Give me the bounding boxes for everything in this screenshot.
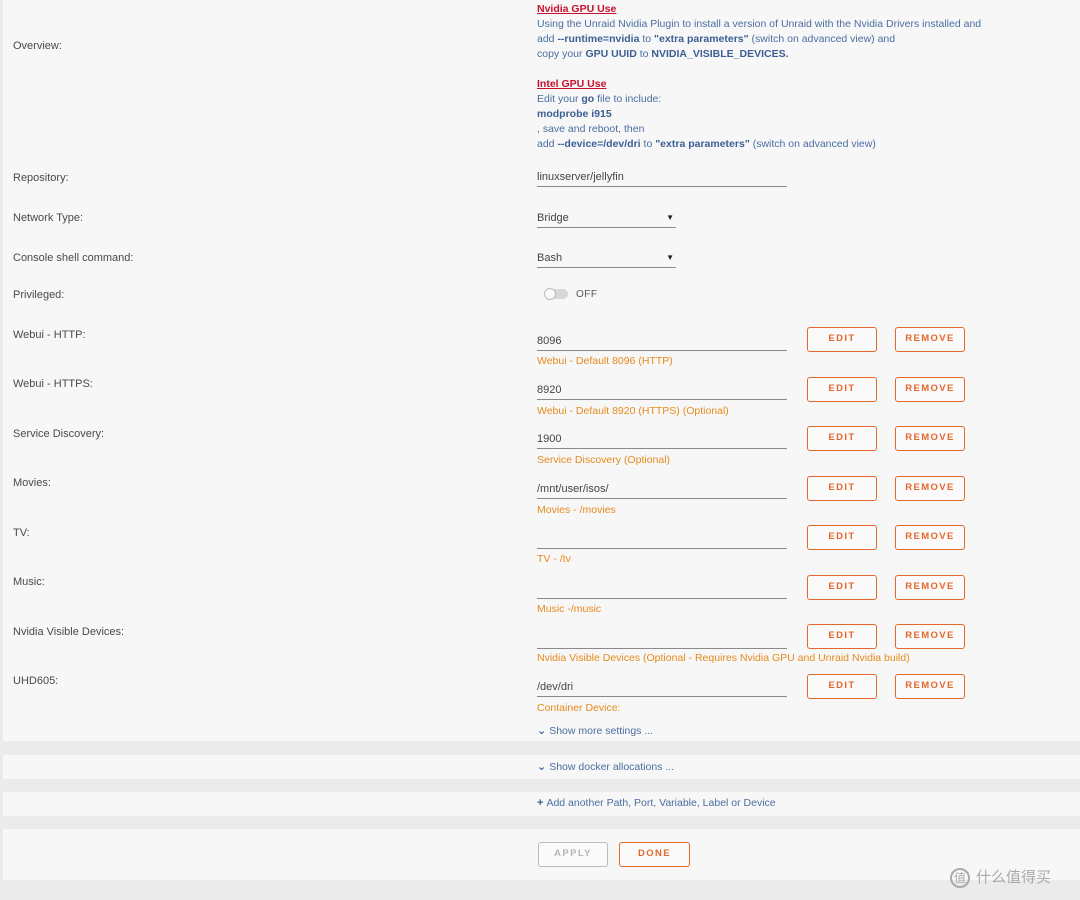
remove-button[interactable]: REMOVE: [895, 624, 965, 649]
config-label: Music:: [13, 576, 45, 588]
network-type-select[interactable]: Bridge ▼: [537, 208, 676, 228]
config-label: Nvidia Visible Devices:: [13, 626, 125, 638]
config-hint: Nvidia Visible Devices (Optional - Requi…: [537, 652, 910, 664]
toggle-knob: [544, 288, 556, 300]
remove-button[interactable]: REMOVE: [895, 575, 965, 600]
config-value-input[interactable]: /dev/dri: [537, 677, 787, 697]
config-label: Webui - HTTP:: [13, 329, 86, 341]
intel-line-2: modprobe i915: [537, 108, 612, 120]
nvidia-gpu-heading: Nvidia GPU Use: [537, 3, 617, 15]
repository-input[interactable]: linuxserver/jellyfin: [537, 167, 787, 187]
watermark-logo-icon: 值: [950, 868, 970, 889]
intel-gpu-heading: Intel GPU Use: [537, 78, 607, 90]
apply-button[interactable]: APPLY: [538, 842, 608, 867]
config-label: Movies:: [13, 477, 51, 489]
show-docker-allocations-label: Show docker allocations ...: [549, 761, 675, 773]
plus-icon: +: [537, 797, 544, 809]
privileged-toggle[interactable]: [544, 288, 568, 300]
nvidia-line-3: copy your GPU UUID to NVIDIA_VISIBLE_DEV…: [537, 48, 789, 60]
network-type-value: Bridge: [537, 212, 569, 224]
intel-line-1: Edit your go file to include:: [537, 93, 662, 105]
config-hint: TV - /tv: [537, 553, 571, 565]
config-value-input[interactable]: 1900: [537, 429, 787, 449]
config-value-input[interactable]: /mnt/user/isos/: [537, 479, 787, 499]
watermark: 值什么值得买: [950, 866, 1052, 889]
remove-button[interactable]: REMOVE: [895, 426, 965, 451]
show-docker-allocations-link[interactable]: ⌄ Show docker allocations ...: [537, 760, 674, 773]
console-shell-value: Bash: [537, 252, 563, 264]
remove-button[interactable]: REMOVE: [895, 476, 965, 501]
chevron-down-icon: ⌄: [537, 761, 547, 773]
done-button[interactable]: DONE: [619, 842, 690, 867]
config-hint: Container Device:: [537, 702, 621, 714]
edit-button[interactable]: EDIT: [807, 426, 877, 451]
intel-line-4: add --device=/dev/dri to "extra paramete…: [537, 138, 876, 150]
config-value-input[interactable]: 8920: [537, 380, 787, 400]
remove-button[interactable]: REMOVE: [895, 525, 965, 550]
remove-button[interactable]: REMOVE: [895, 327, 965, 352]
config-hint: Movies - /movies: [537, 504, 616, 516]
config-label: Webui - HTTPS:: [13, 378, 93, 390]
edit-button[interactable]: EDIT: [807, 327, 877, 352]
config-hint: Service Discovery (Optional): [537, 454, 671, 466]
show-more-settings-label: Show more settings ...: [549, 725, 654, 737]
edit-button[interactable]: EDIT: [807, 575, 877, 600]
console-shell-label: Console shell command:: [13, 252, 134, 264]
network-type-label: Network Type:: [13, 212, 84, 224]
config-label: TV:: [13, 527, 30, 539]
edit-button[interactable]: EDIT: [807, 476, 877, 501]
edit-button[interactable]: EDIT: [807, 525, 877, 550]
watermark-text: 什么值得买: [976, 869, 1052, 886]
config-value-input[interactable]: [537, 629, 787, 649]
config-hint: Music -/music: [537, 603, 602, 615]
edit-button[interactable]: EDIT: [807, 674, 877, 699]
console-shell-select[interactable]: Bash ▼: [537, 248, 676, 268]
config-label: UHD605:: [13, 675, 59, 687]
chevron-down-icon: ⌄: [537, 725, 547, 737]
edit-button[interactable]: EDIT: [807, 624, 877, 649]
overview-label: Overview:: [13, 40, 62, 52]
config-value-input[interactable]: 8096: [537, 331, 787, 351]
config-label: Service Discovery:: [13, 428, 105, 440]
remove-button[interactable]: REMOVE: [895, 674, 965, 699]
repository-label: Repository:: [13, 172, 69, 184]
privileged-label: Privileged:: [13, 289, 65, 301]
config-hint: Webui - Default 8920 (HTTPS) (Optional): [537, 405, 729, 417]
nvidia-line-1: Using the Unraid Nvidia Plugin to instal…: [537, 18, 982, 30]
dropdown-arrow-icon: ▼: [666, 213, 674, 222]
intel-line-3: , save and reboot, then: [537, 123, 645, 135]
overview-text: Nvidia GPU Use Using the Unraid Nvidia P…: [537, 2, 981, 152]
add-another-label: Add another Path, Port, Variable, Label …: [546, 797, 776, 809]
nvidia-line-2: add --runtime=nvidia to "extra parameter…: [537, 33, 896, 45]
config-hint: Webui - Default 8096 (HTTP): [537, 355, 673, 367]
privileged-state: OFF: [576, 289, 598, 300]
show-more-settings-link[interactable]: ⌄ Show more settings ...: [537, 724, 653, 737]
remove-button[interactable]: REMOVE: [895, 377, 965, 402]
add-another-link[interactable]: + Add another Path, Port, Variable, Label…: [537, 797, 776, 809]
config-value-input[interactable]: [537, 529, 787, 549]
config-value-input[interactable]: [537, 579, 787, 599]
edit-button[interactable]: EDIT: [807, 377, 877, 402]
dropdown-arrow-icon: ▼: [666, 253, 674, 262]
